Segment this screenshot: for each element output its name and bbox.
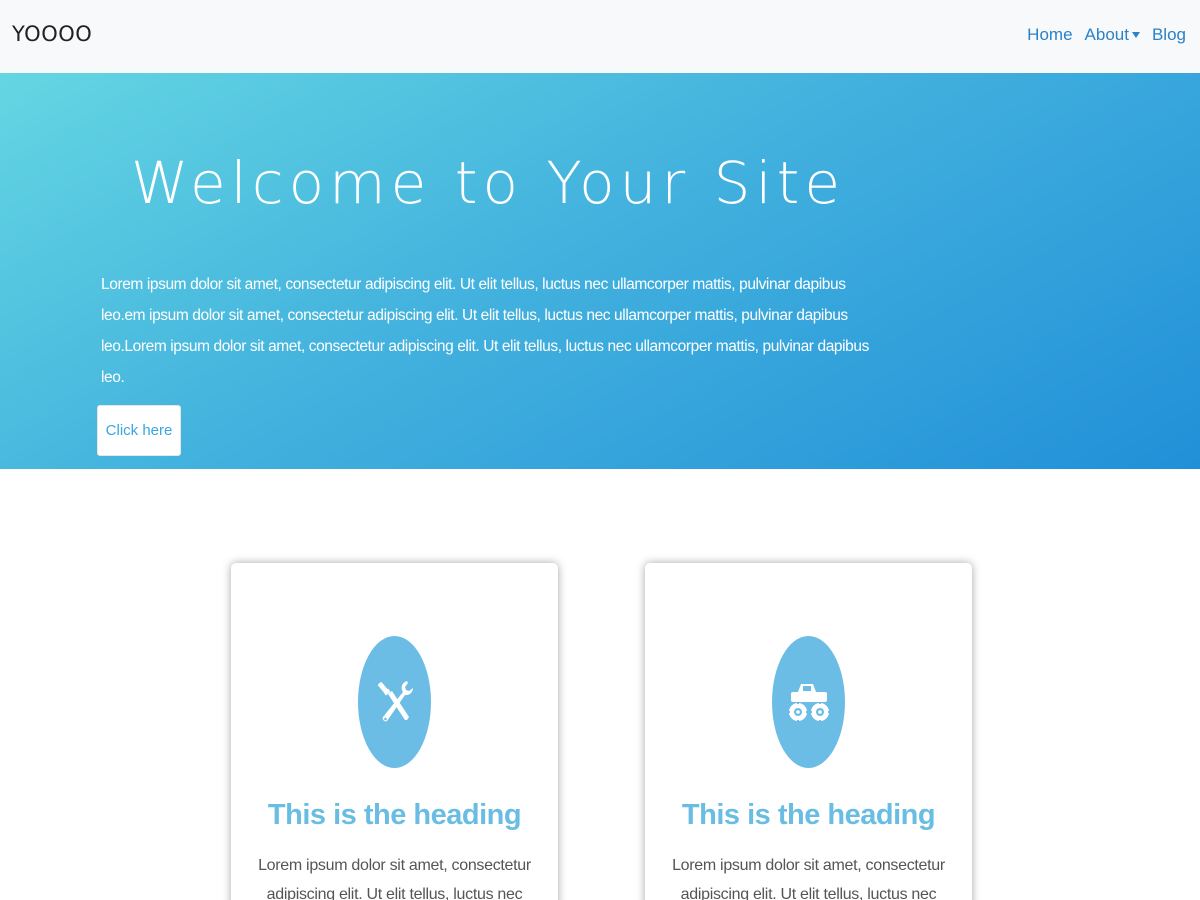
- brand-logo[interactable]: YOOOO: [12, 22, 92, 46]
- hero-title: Welcome to Your Site: [131, 149, 846, 217]
- nav-link-home[interactable]: Home: [1027, 25, 1072, 45]
- card-heading: This is the heading: [681, 799, 936, 831]
- nav-link-about[interactable]: About: [1085, 25, 1140, 45]
- click-here-button[interactable]: Click here: [97, 405, 181, 456]
- monster-truck-icon: [772, 636, 845, 768]
- hero-text: Lorem ipsum dolor sit amet, consectetur …: [101, 276, 869, 386]
- navbar: YOOOO Home About Blog: [0, 0, 1200, 73]
- caret-down-icon: [1131, 32, 1140, 38]
- nav-link-blog[interactable]: Blog: [1152, 25, 1186, 45]
- card-text: Lorem ipsum dolor sit amet, consectetur …: [258, 857, 531, 900]
- hero-section: Welcome to Your Site Lorem ipsum dolor s…: [0, 73, 1200, 469]
- card-heading: This is the heading: [267, 799, 522, 831]
- feature-card: This is the heading Lorem ipsum dolor si…: [231, 563, 558, 900]
- feature-card: This is the heading Lorem ipsum dolor si…: [645, 563, 972, 900]
- nav-links: Home About Blog: [1027, 25, 1186, 45]
- card-text: Lorem ipsum dolor sit amet, consectetur …: [672, 857, 945, 900]
- nav-link-about-label: About: [1084, 25, 1129, 44]
- tools-icon: [358, 636, 431, 768]
